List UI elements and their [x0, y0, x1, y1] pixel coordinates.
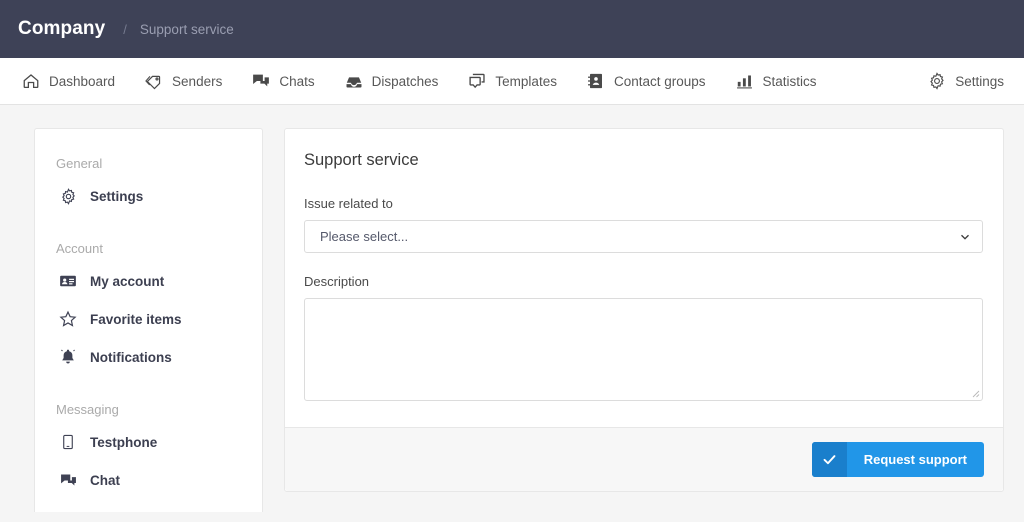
description-label: Description [304, 274, 370, 289]
tag-icon [145, 72, 163, 90]
inbox-icon [345, 72, 363, 90]
issue-related-select[interactable]: Please select... [304, 220, 983, 253]
card-footer: Request support [285, 427, 1003, 491]
sidebar-label-notifications: Notifications [90, 349, 172, 365]
nav-label-settings: Settings [955, 73, 1004, 89]
home-icon [22, 72, 40, 90]
resize-handle-icon[interactable] [970, 388, 980, 398]
settings-sidebar: General Settings Account My account Favo… [34, 128, 263, 512]
contact-book-icon [587, 72, 605, 90]
sidebar-item-settings[interactable]: Settings [35, 177, 262, 215]
sidebar-label-settings: Settings [90, 188, 144, 204]
description-textarea[interactable] [304, 298, 983, 401]
gear-icon [928, 72, 946, 90]
gear-icon [59, 187, 77, 205]
bell-icon [59, 348, 77, 366]
support-form: Support service Issue related to Please … [285, 129, 1003, 427]
sidebar-group-title-messaging: Messaging [56, 402, 119, 417]
sidebar-label-chat: Chat [90, 472, 120, 488]
star-icon [59, 310, 77, 328]
nav-item-dispatches[interactable]: Dispatches [345, 58, 439, 104]
nav-item-senders[interactable]: Senders [145, 58, 222, 104]
nav-label-contact-groups: Contact groups [613, 73, 706, 89]
request-support-button[interactable]: Request support [811, 442, 984, 477]
check-icon [811, 442, 847, 477]
sidebar-group-title-general: General [56, 156, 103, 171]
template-icon [468, 72, 486, 90]
sidebar-item-notifications[interactable]: Notifications [35, 338, 262, 376]
nav-item-chats[interactable]: Chats [252, 58, 315, 104]
support-service-card: Support service Issue related to Please … [284, 128, 1004, 492]
sidebar-label-favorite-items: Favorite items [90, 311, 182, 327]
breadcrumb-current-page: Support service [139, 21, 234, 37]
sidebar-group-title-account: Account [56, 241, 103, 256]
bar-chart-icon [736, 72, 754, 90]
nav-right-group: Settings [928, 58, 1004, 104]
main-navigation-bar: Dashboard Senders Chats Dispatches Templ… [0, 58, 1024, 105]
nav-label-chats: Chats [279, 73, 315, 89]
nav-item-statistics[interactable]: Statistics [736, 58, 817, 104]
brand-logo[interactable]: Company [18, 18, 105, 40]
nav-label-dispatches: Dispatches [371, 73, 439, 89]
nav-label-templates: Templates [495, 73, 557, 89]
nav-item-contact-groups[interactable]: Contact groups [587, 58, 706, 104]
page-title: Support service [304, 151, 419, 169]
sidebar-item-chat[interactable]: Chat [35, 461, 262, 499]
nav-item-dashboard[interactable]: Dashboard [22, 58, 115, 104]
page-content: General Settings Account My account Favo… [0, 105, 1024, 512]
issue-related-label: Issue related to [304, 196, 393, 211]
top-header-bar: Company / Support service [0, 0, 1024, 58]
sidebar-label-testphone: Testphone [90, 434, 158, 450]
phone-icon [59, 433, 77, 451]
chats-icon [59, 471, 77, 489]
nav-items-group: Dashboard Senders Chats Dispatches Templ… [22, 58, 928, 104]
breadcrumb-separator: / [123, 21, 127, 37]
sidebar-item-favorite-items[interactable]: Favorite items [35, 300, 262, 338]
sidebar-item-testphone[interactable]: Testphone [35, 423, 262, 461]
nav-label-statistics: Statistics [762, 73, 817, 89]
issue-select-wrapper: Please select... [304, 220, 983, 253]
chats-icon [252, 72, 270, 90]
nav-label-dashboard: Dashboard [49, 73, 116, 89]
sidebar-item-my-account[interactable]: My account [35, 262, 262, 300]
nav-item-settings[interactable]: Settings [928, 58, 1004, 104]
sidebar-label-my-account: My account [90, 273, 165, 289]
nav-item-templates[interactable]: Templates [468, 58, 557, 104]
id-card-icon [59, 272, 77, 290]
request-support-label: Request support [863, 452, 967, 467]
nav-label-senders: Senders [172, 73, 223, 89]
